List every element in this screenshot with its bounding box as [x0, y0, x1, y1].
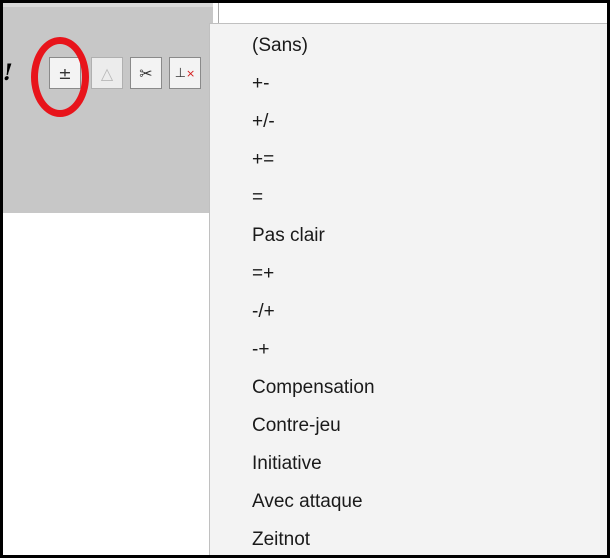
disabled-toolbar-button: △: [91, 57, 123, 89]
menu-item-equal[interactable]: =: [252, 186, 263, 210]
plus-minus-button[interactable]: ±: [49, 57, 81, 89]
delete-variation-button[interactable]: ⊥ ×: [169, 57, 201, 89]
menu-item-plus-slash-minus[interactable]: +/-: [252, 110, 275, 134]
menu-item-initiative[interactable]: Initiative: [252, 452, 322, 476]
plus-minus-icon: ±: [58, 63, 72, 83]
menu-item-plus-equal[interactable]: +=: [252, 148, 274, 172]
menu-item-avec-attaque[interactable]: Avec attaque: [252, 490, 363, 514]
menu-item-zeitnot[interactable]: Zeitnot: [252, 528, 310, 552]
exclamation-icon[interactable]: !: [3, 60, 13, 88]
disabled-triangle-icon: △: [100, 63, 114, 83]
evaluation-dropdown-menu: (Sans) +- +/- += = Pas clair =+ -/+ -+ C…: [209, 23, 607, 555]
red-x-icon: ×: [186, 66, 196, 80]
screenshot-frame: ! ± △ ✂ ⊥ × (Sans) +- +/- += = Pas clair…: [0, 0, 610, 558]
toolbar-top-strip: [3, 3, 213, 7]
menu-item-minus-slash-plus[interactable]: -/+: [252, 300, 275, 324]
scissors-icon: ✂: [139, 63, 153, 83]
toolbar-row: ! ± △ ✂ ⊥ ×: [3, 57, 213, 95]
menu-item-pas-clair[interactable]: Pas clair: [252, 224, 325, 248]
menu-item-compensation[interactable]: Compensation: [252, 376, 375, 400]
menu-item-contre-jeu[interactable]: Contre-jeu: [252, 414, 341, 438]
toolbar-panel: ! ± △ ✂ ⊥ ×: [3, 3, 213, 213]
menu-item-plus-minus[interactable]: +-: [252, 72, 269, 96]
menu-item-sans[interactable]: (Sans): [252, 34, 308, 58]
delete-variation-icon: ⊥: [174, 65, 187, 81]
cut-button[interactable]: ✂: [130, 57, 162, 89]
menu-item-minus-plus[interactable]: -+: [252, 338, 269, 362]
menu-item-equal-plus[interactable]: =+: [252, 262, 274, 286]
toolbar-divider: [218, 3, 219, 23]
